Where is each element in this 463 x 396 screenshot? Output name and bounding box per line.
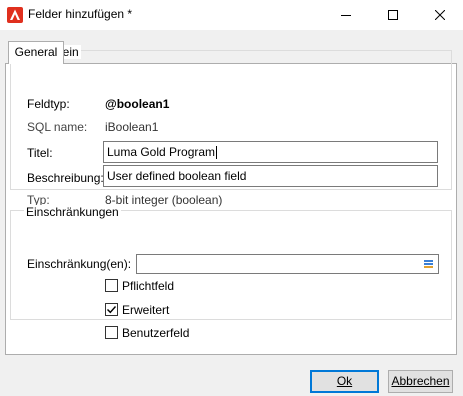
type-value: 8-bit integer (boolean)	[105, 193, 223, 207]
close-icon	[435, 10, 445, 20]
minimize-button[interactable]	[323, 0, 369, 30]
close-button[interactable]	[417, 0, 463, 30]
constraints-group-legend: Einschränkungen	[24, 205, 121, 219]
user-field-checkbox-label: Benutzerfeld	[122, 326, 190, 340]
title-bar: Felder hinzufügen *	[0, 0, 463, 30]
maximize-button[interactable]	[370, 0, 416, 30]
cancel-button[interactable]: Abbrechen	[388, 370, 453, 393]
checkmark-icon	[107, 306, 117, 314]
constraint-label: Einschränkung(en):	[27, 257, 132, 271]
adobe-icon	[7, 7, 23, 23]
sql-name-label: SQL name:	[27, 120, 88, 134]
field-type-value: @boolean1	[105, 97, 170, 111]
mandatory-checkbox[interactable]	[105, 279, 118, 292]
description-label: Beschreibung:	[27, 171, 104, 185]
tab-general[interactable]: General	[8, 41, 64, 64]
expression-editor-icon[interactable]	[422, 257, 436, 271]
ok-button-label: Ok	[336, 374, 353, 388]
user-field-checkbox[interactable]	[105, 326, 118, 339]
advanced-checkbox-label: Erweitert	[122, 303, 170, 317]
description-input-value: User defined boolean field	[107, 169, 247, 183]
constraint-input[interactable]	[136, 254, 439, 274]
title-input-value: Luma Gold Program	[107, 145, 216, 159]
title-input[interactable]: Luma Gold Program	[103, 141, 438, 163]
advanced-checkbox[interactable]	[105, 303, 118, 316]
window-title: Felder hinzufügen *	[28, 7, 133, 21]
description-input[interactable]: User defined boolean field	[103, 165, 438, 187]
field-type-label: Feldtyp:	[27, 97, 70, 111]
cancel-button-label: Abbrechen	[391, 374, 450, 388]
maximize-icon	[388, 10, 398, 20]
ok-button[interactable]: Ok	[310, 370, 379, 393]
sql-name-value: iBoolean1	[105, 120, 159, 134]
text-caret	[216, 146, 218, 160]
mandatory-checkbox-label: Pflichtfeld	[122, 279, 175, 293]
title-label: Titel:	[27, 146, 53, 160]
minimize-icon	[341, 15, 351, 16]
